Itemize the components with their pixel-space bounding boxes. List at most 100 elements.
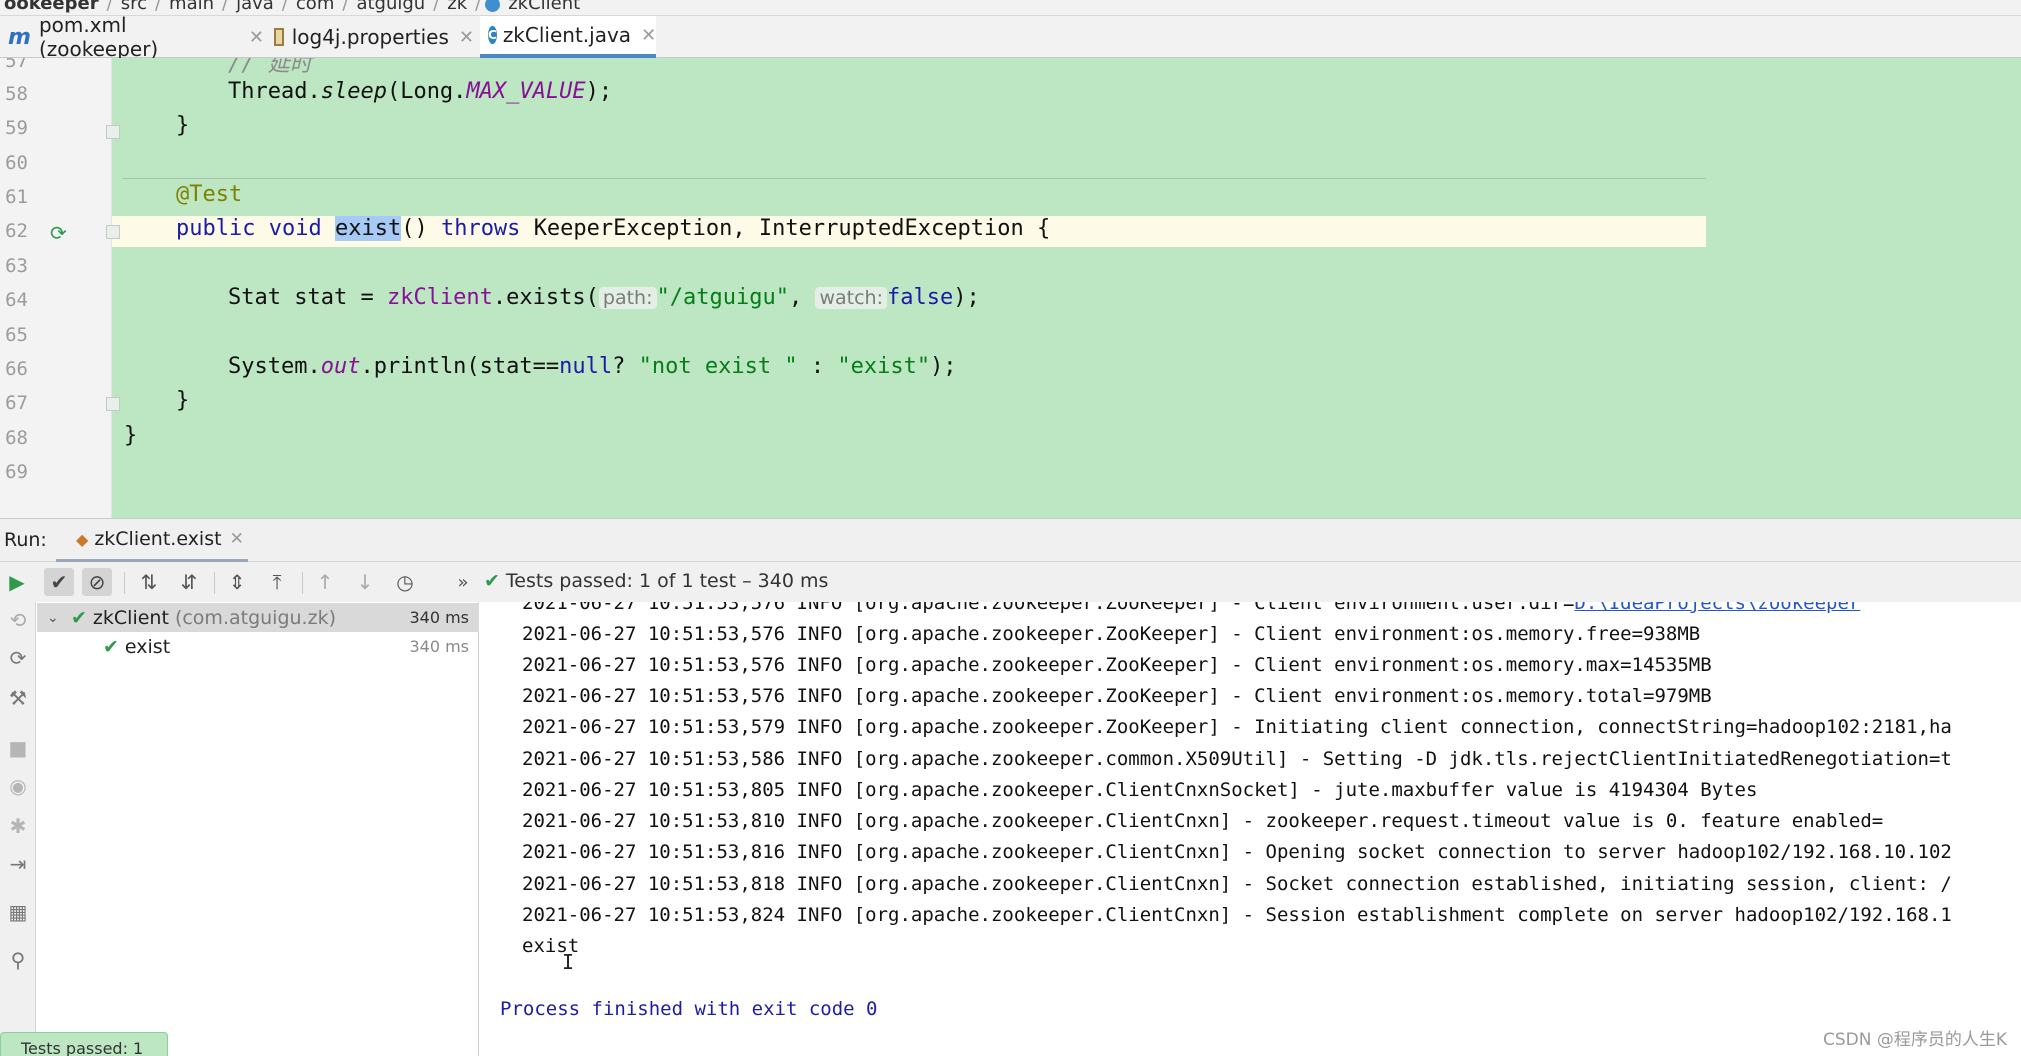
log-path-link[interactable]: D:\IdeaProjects\zookeeper	[1574, 602, 1860, 614]
code-token: KeeperException, InterruptedException {	[533, 216, 1051, 241]
breadcrumb: ookeeper / src / main / java / com / atguigu / zk / zk…	[0, 0, 2021, 16]
code-token: "not exist "	[638, 354, 798, 379]
pin-icon[interactable]: ⚲	[6, 948, 30, 972]
sort-alphabetically-icon[interactable]: ⇅	[134, 568, 164, 596]
tests-passed-notification[interactable]: Tests passed: 1	[0, 1032, 168, 1056]
tab-pom-xml[interactable]: m pom.xml (zookeeper) ✕	[8, 13, 264, 61]
settings-wrench-icon[interactable]: ⚒	[6, 686, 30, 710]
code-token: ()	[401, 216, 428, 241]
breadcrumb-item-zk[interactable]: zk	[443, 0, 471, 14]
test-case-row[interactable]: ✔ exist 340 ms	[37, 632, 479, 661]
breadcrumb-item-java[interactable]: java	[232, 0, 278, 14]
code-token-method-name[interactable]: exist	[334, 216, 402, 241]
chevron-down-icon[interactable]: ⌄	[47, 610, 61, 626]
code-token: ?	[612, 354, 639, 379]
test-history-icon[interactable]: ◷	[390, 568, 420, 596]
camera-icon[interactable]: ◉	[6, 774, 30, 798]
line-number: 64	[5, 289, 28, 311]
code-annotation: @Test	[176, 182, 243, 207]
code-token: out	[320, 354, 361, 379]
watermark: CSDN @程序员的人生K	[1822, 1030, 2007, 1050]
previous-failed-test-icon[interactable]: ↑	[310, 568, 340, 596]
test-suite-row[interactable]: ⌄ ✔ zkClient (com.atguigu.zk) 340 ms	[37, 603, 479, 632]
breadcrumb-item-project[interactable]: ookeeper	[0, 0, 103, 14]
passed-check-icon: ✔	[103, 635, 119, 658]
line-number: 61	[5, 186, 28, 208]
breadcrumb-item-atguigu[interactable]: atguigu	[352, 0, 429, 14]
fold-marker-icon[interactable]	[106, 397, 120, 411]
test-suite-time: 340 ms	[409, 608, 469, 627]
toggle-auto-test-icon[interactable]: ⟳	[6, 646, 30, 670]
log-line: 2021-06-27 10:51:53,824 INFO [org.apache…	[522, 904, 1952, 926]
editor-tab-bar: m pom.xml (zookeeper) ✕ log4j.properties…	[0, 13, 2021, 61]
code-token: );	[585, 79, 613, 104]
tab-label: pom.xml (zookeeper)	[38, 13, 159, 61]
show-ignored-icon[interactable]: ⊘	[82, 568, 112, 596]
code-token: .exists(	[492, 285, 599, 310]
code-line-66: System.out.println(stat==null? "not exis…	[228, 354, 957, 379]
code-line-58: Thread.sleep(Long.MAX_VALUE);	[228, 79, 612, 104]
code-token: );	[953, 285, 980, 310]
toolbar-separator	[214, 572, 215, 594]
run-test-gutter-icon[interactable]: ⟳	[50, 221, 67, 245]
fold-marker-icon[interactable]	[106, 225, 120, 239]
code-editor[interactable]: 57 58 59 60 61 62 63 64 65 66 67 68 69 ⟳…	[0, 58, 2021, 518]
code-line-59: }	[176, 113, 190, 138]
run-panel-header: Run: ◆ zkClient.exist ✕	[0, 518, 2021, 563]
tab-label: log4j.properties	[291, 25, 449, 49]
breadcrumb-item-main[interactable]: main	[165, 0, 218, 14]
parameter-hint: watch:	[815, 287, 887, 309]
fold-marker-icon[interactable]	[106, 125, 120, 139]
rerun-failed-icon[interactable]: ⟲	[6, 608, 30, 632]
line-number: 65	[5, 324, 28, 346]
log-line: 2021-06-27 10:51:53,586 INFO [org.apache…	[522, 748, 1952, 770]
code-token: sleep	[320, 79, 387, 104]
log-line: 2021-06-27 10:51:53,805 INFO [org.apache…	[522, 779, 1758, 801]
code-token: null	[559, 354, 613, 379]
sort-by-duration-icon[interactable]: ⇵	[174, 568, 204, 596]
properties-file-icon	[274, 28, 284, 46]
code-token: Thread.	[228, 79, 321, 104]
expand-all-icon[interactable]: ⇕	[222, 568, 252, 596]
log-text: 2021-06-27 10:51:53,576 INFO [org.apache…	[522, 602, 1575, 614]
stop-icon[interactable]: ■	[6, 736, 30, 760]
parameter-hint: path:	[598, 287, 657, 309]
code-token: :	[797, 354, 838, 379]
line-number: 62	[5, 220, 28, 242]
next-failed-test-icon[interactable]: ↓	[350, 568, 380, 596]
breadcrumb-separator: /	[154, 0, 162, 14]
breadcrumb-separator: /	[281, 0, 288, 14]
log-line: 2021-06-27 10:51:53,810 INFO [org.apache…	[522, 810, 1884, 832]
run-tab-zkclient-exist[interactable]: ◆ zkClient.exist ✕	[56, 519, 248, 563]
console-output[interactable]: 2021-06-27 10:51:53,576 INFO [org.apache…	[480, 602, 2021, 1056]
more-actions-icon[interactable]: »	[448, 568, 478, 596]
collapse-all-icon[interactable]: ⤒	[262, 568, 292, 596]
process-exit-line: Process finished with exit code 0	[500, 998, 878, 1020]
tab-zkclient-java[interactable]: C zkClient.java ✕	[480, 16, 656, 58]
code-line-64: Stat stat = zkClient.exists(path: "/atgui…	[228, 285, 980, 310]
line-number: 69	[5, 461, 28, 483]
line-number: 68	[5, 427, 28, 449]
close-icon[interactable]: ✕	[641, 25, 656, 46]
breadcrumb-item-com[interactable]: com	[292, 0, 338, 14]
breadcrumb-item-zkclient[interactable]: zkClient	[504, 0, 584, 14]
code-token: System.	[228, 354, 321, 379]
test-case-name: exist	[124, 635, 171, 658]
close-icon[interactable]: ✕	[230, 529, 244, 549]
code-line-68: }	[124, 423, 138, 448]
import-tests-icon[interactable]: ⇥	[6, 852, 30, 876]
line-number: 63	[5, 255, 28, 277]
breadcrumb-item-src[interactable]: src	[117, 0, 151, 14]
toolbar-separator	[124, 572, 125, 594]
rerun-icon[interactable]: ▶	[2, 568, 32, 596]
tab-log4j-properties[interactable]: log4j.properties ✕	[274, 16, 474, 58]
text-cursor-icon: I	[562, 950, 575, 974]
test-config-icon: ◆	[76, 529, 89, 549]
log-line: 2021-06-27 10:51:53,576 INFO [org.apache…	[522, 685, 1712, 707]
close-icon[interactable]: ✕	[249, 27, 264, 48]
close-icon[interactable]: ✕	[459, 27, 474, 48]
code-token: false	[886, 285, 954, 310]
layout-icon[interactable]: ▦	[6, 900, 30, 924]
debug-bug-icon[interactable]: ✱	[6, 814, 30, 838]
show-passed-icon[interactable]: ✔	[44, 568, 74, 596]
